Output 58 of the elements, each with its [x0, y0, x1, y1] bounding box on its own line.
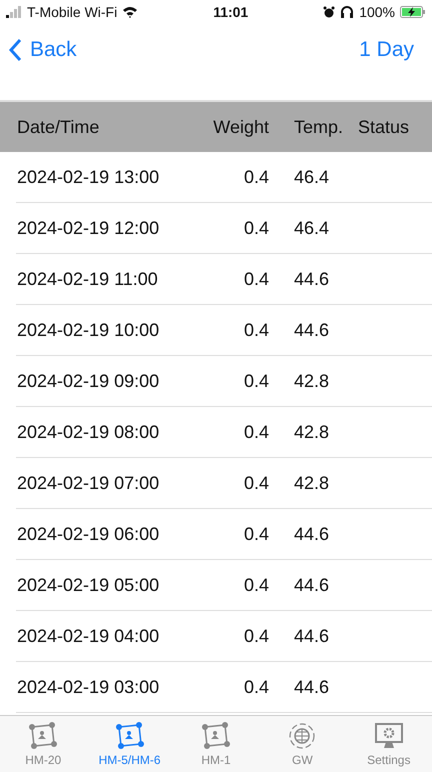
table-cell-text: 44.6 — [293, 574, 330, 596]
table-cell-text: 42.8 — [293, 370, 330, 392]
column-header: Date/Time — [17, 116, 100, 138]
device-network-icon — [200, 722, 231, 750]
table-cell-text: 0.4 — [242, 166, 269, 188]
table-cell-text: 44.6 — [293, 524, 330, 544]
range-button[interactable]: 1 Day — [359, 38, 414, 62]
table-cell-text: 2024-02-19 03:00 — [17, 676, 160, 698]
table-cell-text: 2024-02-19 10:00 — [17, 320, 160, 340]
table-cell-text: 0.4 — [242, 574, 269, 596]
globe-icon — [287, 722, 318, 750]
column-header: Weight — [212, 116, 269, 138]
table-cell-text: 2024-02-19 08:00 — [17, 422, 160, 442]
table-cell-text: 0.4 — [242, 524, 269, 544]
table-cell-text: 2024-02-19 06:00 — [17, 524, 160, 544]
table-cell-text: 44.6 — [293, 320, 330, 340]
battery-percent: 100% — [359, 4, 395, 20]
table-cell-text: 44.6 — [293, 676, 330, 698]
tab-bar-item[interactable]: HM-5/HM-6 — [86, 716, 173, 772]
table-cell-text: 46.4 — [293, 166, 330, 188]
table-cell-text: 0.4 — [242, 370, 269, 392]
column-header: Status — [357, 116, 410, 138]
tab-bar-item[interactable]: HM-20 — [0, 716, 86, 772]
chevron-left-icon — [8, 38, 22, 62]
back-button[interactable]: Back — [8, 38, 77, 62]
carrier-name: T-Mobile Wi-Fi — [27, 4, 118, 20]
wifi-icon — [122, 6, 138, 18]
clock-time: 11:01 — [213, 4, 248, 20]
table-cell-text: 0.4 — [242, 472, 269, 494]
table-cell-text: 0.4 — [242, 626, 269, 646]
headphones-icon — [340, 6, 354, 18]
table-cell-text: 0.4 — [242, 268, 269, 290]
column-header: Temp. — [293, 116, 341, 138]
table-cell-text: 2024-02-19 13:00 — [17, 166, 160, 188]
battery-charging-icon — [400, 6, 426, 18]
table-cell-text: 0.4 — [242, 676, 269, 698]
tab-bar-item[interactable]: Settings — [346, 716, 432, 772]
device-network-icon — [114, 722, 145, 750]
table-cell-text: 0.4 — [242, 422, 269, 442]
settings-icon — [374, 722, 404, 750]
table-cell-text: 46.4 — [293, 218, 330, 238]
table-cell-text: 44.6 — [293, 626, 330, 646]
tab-bar-item[interactable]: HM-1 — [172, 716, 260, 772]
table-cell-text: 42.8 — [293, 422, 330, 442]
tab-bar-item[interactable]: GW — [259, 716, 346, 772]
table-cell-text: 0.4 — [242, 218, 269, 238]
table-cell-text: 0.4 — [242, 320, 269, 340]
device-network-icon — [28, 722, 58, 750]
table-cell-text: 2024-02-19 09:00 — [17, 370, 160, 392]
table-cell-text: 2024-02-19 07:00 — [17, 472, 160, 494]
signal-icon — [6, 6, 22, 18]
alarm-icon — [323, 6, 336, 18]
table-cell-text: 42.8 — [293, 472, 330, 494]
table-cell-text: 44.6 — [293, 268, 330, 290]
table-cell-text: 2024-02-19 12:00 — [17, 218, 160, 238]
table-cell-text: 2024-02-19 11:00 — [17, 268, 159, 290]
table-cell-text: 2024-02-19 04:00 — [17, 626, 160, 646]
table-cell-text: 2024-02-19 05:00 — [17, 574, 160, 596]
